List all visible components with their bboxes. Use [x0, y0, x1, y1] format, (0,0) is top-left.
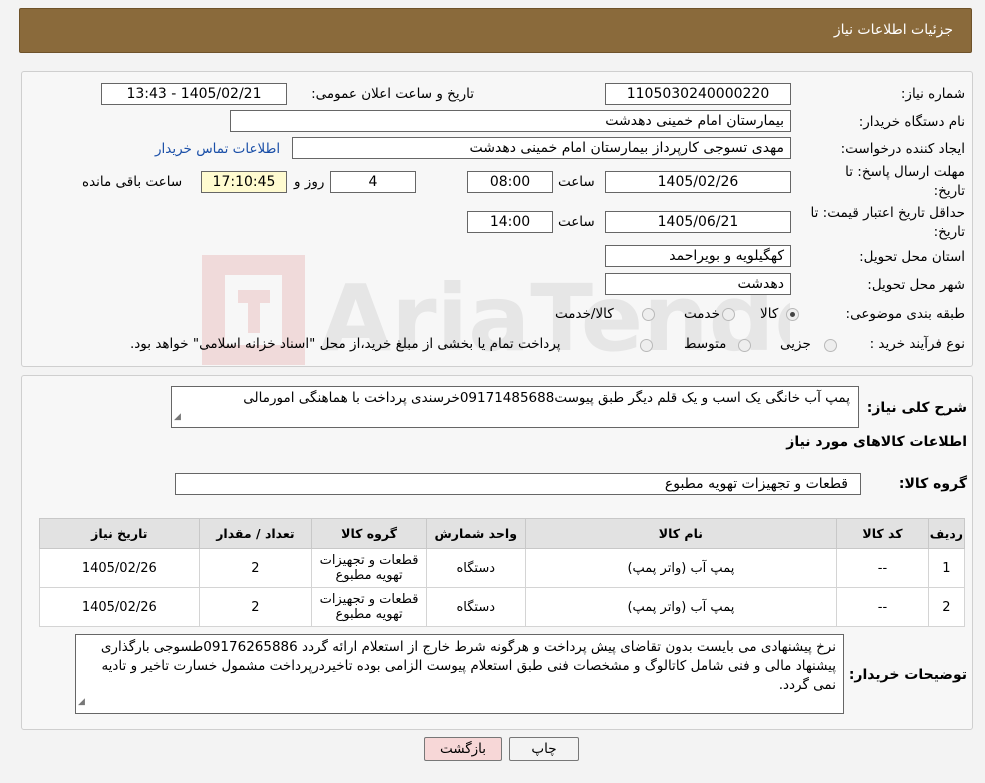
- remaining-time-label: ساعت باقی مانده: [82, 174, 183, 190]
- purchase-type-medium-radio[interactable]: [738, 339, 751, 352]
- resize-handle-icon[interactable]: ◢: [78, 693, 85, 712]
- cell-date: 1405/02/26: [39, 548, 200, 588]
- col-qty-header: تعداد / مقدار: [198, 518, 313, 549]
- validity-date-field: 1405/06/21: [605, 211, 791, 233]
- deadline-time-field: 08:00: [467, 171, 553, 193]
- city-label: شهر محل تحویل:: [867, 277, 965, 293]
- buyer-notes-text: نرخ پیشنهادی می بایست بدون تقاضای پیش پر…: [100, 639, 836, 693]
- requester-label: ایجاد کننده درخواست:: [840, 141, 965, 157]
- col-unit-header: واحد شمارش: [425, 518, 526, 549]
- table-row: 1 -- پمپ آب (واتر پمپ) دستگاه قطعات و تج…: [39, 548, 966, 588]
- purchase-type-minor-label: جزیی: [780, 336, 811, 352]
- table-header-row: ردیف کد کالا نام کالا واحد شمارش گروه کا…: [39, 518, 966, 549]
- purchase-type-label: نوع فرآیند خرید :: [869, 336, 965, 352]
- col-row-header: ردیف: [927, 518, 966, 549]
- cell-unit: دستگاه: [425, 587, 526, 627]
- days-remaining-field: 4: [330, 171, 416, 193]
- cell-group-line2: تهویه مطبوع: [335, 568, 403, 583]
- items-table: ردیف کد کالا نام کالا واحد شمارش گروه کا…: [39, 518, 966, 627]
- city-field: دهدشت: [605, 273, 791, 295]
- deadline-label-line2: تاریخ:: [933, 183, 965, 199]
- validity-label-line2: تاریخ:: [933, 224, 965, 240]
- page-title: جزئیات اطلاعات نیاز: [833, 22, 953, 38]
- cell-code: --: [836, 587, 929, 627]
- buyer-notes-field: نرخ پیشنهادی می بایست بدون تقاضای پیش پر…: [75, 634, 844, 714]
- cell-group: قطعات و تجهیزات تهویه مطبوع: [311, 587, 427, 627]
- treasury-note: پرداخت تمام یا بخشی از مبلغ خرید،از محل …: [130, 336, 561, 352]
- remaining-time-field: 17:10:45: [201, 171, 287, 193]
- days-label: روز و: [294, 174, 325, 190]
- col-code-header: کد کالا: [836, 518, 929, 549]
- need-number-label: شماره نیاز:: [900, 86, 965, 102]
- buyer-org-label: نام دستگاه خریدار:: [858, 114, 965, 130]
- category-goods-service-label: کالا/خدمت: [555, 306, 614, 322]
- category-service-label: خدمت: [684, 306, 720, 322]
- validity-time-label: ساعت: [558, 214, 595, 230]
- back-button[interactable]: بازگشت: [424, 737, 502, 761]
- cell-group: قطعات و تجهیزات تهویه مطبوع: [311, 548, 427, 588]
- category-goods-service-radio[interactable]: [642, 308, 655, 321]
- validity-time-field: 14:00: [467, 211, 553, 233]
- cell-name: پمپ آب (واتر پمپ): [524, 587, 838, 627]
- goods-group-field: قطعات و تجهیزات تهویه مطبوع: [175, 473, 861, 495]
- cell-group-line2: تهویه مطبوع: [335, 607, 403, 622]
- print-button[interactable]: چاپ: [509, 737, 579, 761]
- requester-field: مهدی تسوجی کارپرداز بیمارستان امام خمینی…: [292, 137, 791, 159]
- deadline-label: مهلت ارسال پاسخ: تا: [845, 164, 965, 180]
- treasury-checkbox[interactable]: [640, 339, 653, 352]
- buyer-contact-link[interactable]: اطلاعات تماس خریدار: [155, 141, 280, 157]
- purchase-type-minor-radio[interactable]: [824, 339, 837, 352]
- announce-date-label: تاریخ و ساعت اعلان عمومی:: [311, 86, 474, 102]
- description-field: پمپ آب خانگی یک اسب و یک قلم دیگر طبق پی…: [171, 386, 859, 428]
- cell-date: 1405/02/26: [39, 587, 200, 627]
- province-label: استان محل تحویل:: [859, 249, 965, 265]
- category-goods-label: کالا: [760, 306, 779, 322]
- need-number-field: 1105030240000220: [605, 83, 791, 105]
- col-group-header: گروه کالا: [311, 518, 427, 549]
- purchase-type-medium-label: متوسط: [684, 336, 727, 352]
- description-label: شرح کلی نیاز:: [866, 400, 967, 416]
- col-date-header: تاریخ نیاز: [39, 518, 200, 549]
- buyer-notes-label: توضیحات خریدار:: [848, 667, 967, 683]
- cell-group-line1: قطعات و تجهیزات: [319, 553, 419, 568]
- cell-qty: 2: [198, 587, 313, 627]
- goods-group-label: گروه کالا:: [898, 476, 967, 492]
- category-goods-radio[interactable]: [786, 308, 799, 321]
- deadline-date-field: 1405/02/26: [605, 171, 791, 193]
- resize-handle-icon[interactable]: ◢: [174, 408, 181, 426]
- announce-date-field: 1405/02/21 - 13:43: [101, 83, 287, 105]
- table-row: 2 -- پمپ آب (واتر پمپ) دستگاه قطعات و تج…: [39, 587, 966, 627]
- validity-label: حداقل تاریخ اعتبار قیمت: تا: [810, 205, 965, 221]
- cell-name: پمپ آب (واتر پمپ): [524, 548, 838, 588]
- col-name-header: نام کالا: [524, 518, 838, 549]
- page-header: جزئیات اطلاعات نیاز: [19, 8, 972, 53]
- cell-row: 1: [927, 548, 966, 588]
- category-service-radio[interactable]: [722, 308, 735, 321]
- cell-qty: 2: [198, 548, 313, 588]
- cell-code: --: [836, 548, 929, 588]
- deadline-time-label: ساعت: [558, 174, 595, 190]
- goods-info-title: اطلاعات کالاهای مورد نیاز: [786, 434, 967, 450]
- cell-group-line1: قطعات و تجهیزات: [319, 592, 419, 607]
- cell-row: 2: [927, 587, 966, 627]
- category-label: طبقه بندی موضوعی:: [845, 306, 965, 322]
- buyer-org-field: بیمارستان امام خمینی دهدشت: [230, 110, 791, 132]
- province-field: کهگیلویه و بویراحمد: [605, 245, 791, 267]
- description-text: پمپ آب خانگی یک اسب و یک قلم دیگر طبق پی…: [243, 390, 850, 406]
- cell-unit: دستگاه: [425, 548, 526, 588]
